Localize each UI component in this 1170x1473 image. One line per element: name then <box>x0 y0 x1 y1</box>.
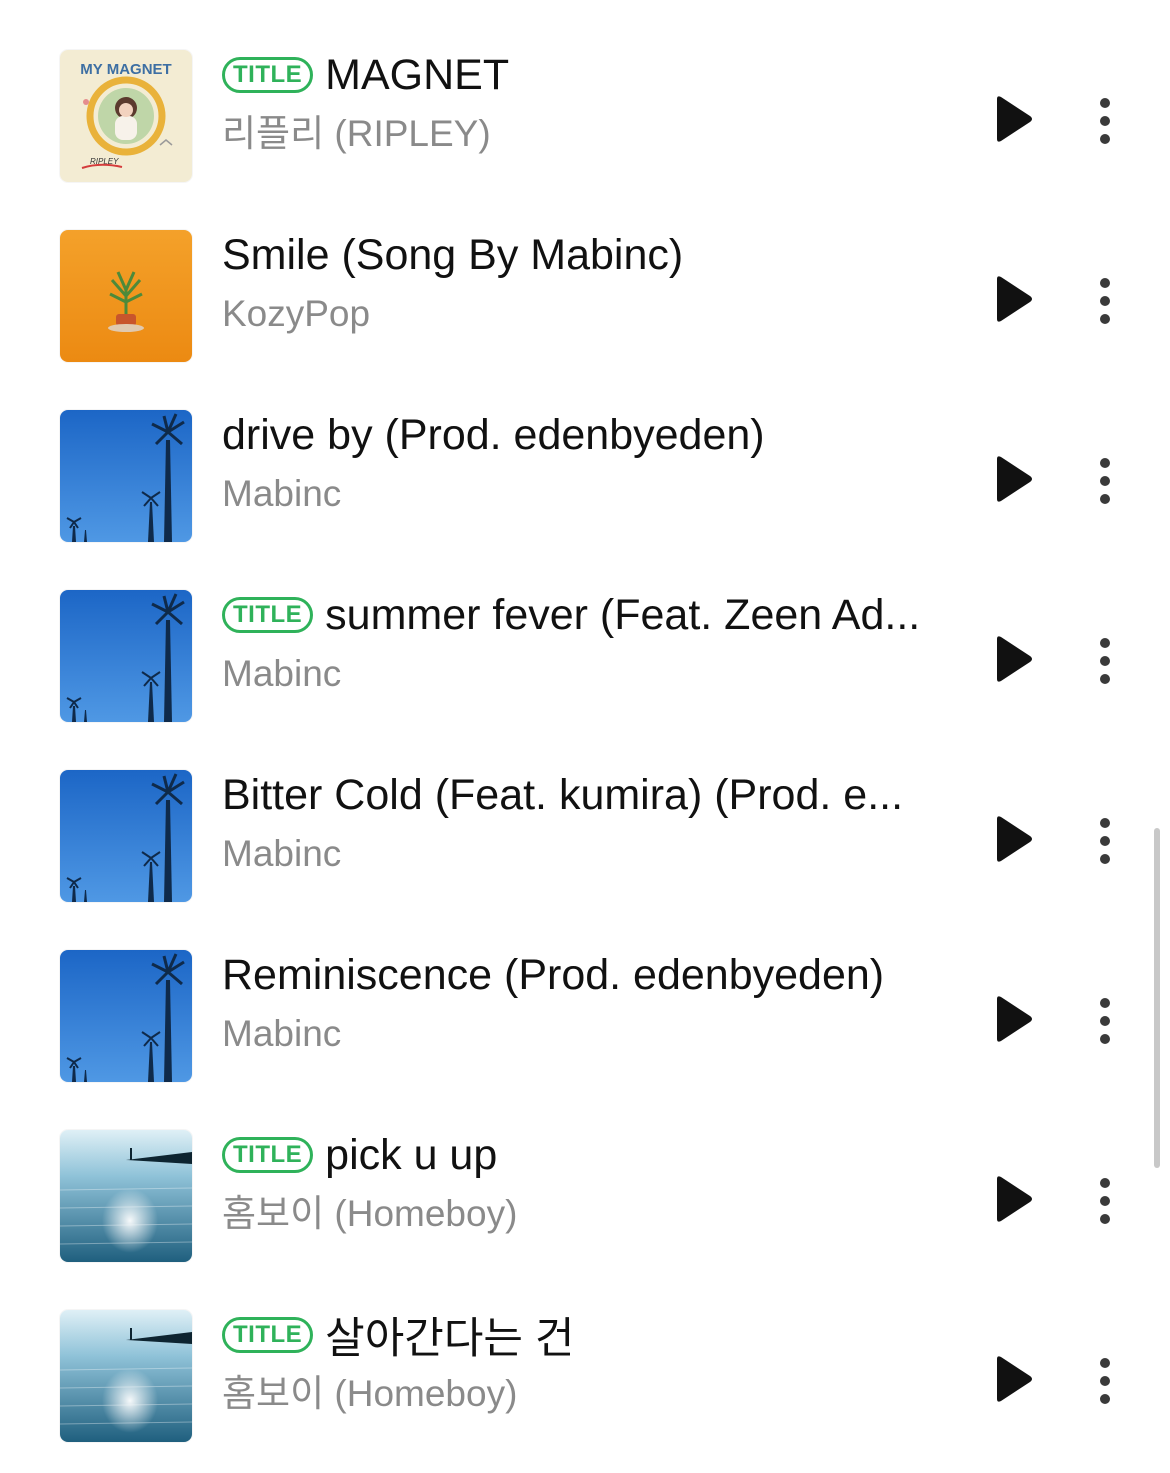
album-cover[interactable] <box>60 590 192 722</box>
more-options-button[interactable] <box>1092 276 1118 326</box>
title-line: Reminiscence (Prod. edenbyeden) <box>222 944 952 1006</box>
track-title: Bitter Cold (Feat. kumira) (Prod. e... <box>222 770 904 819</box>
more-options-button[interactable] <box>1092 456 1118 506</box>
more-vertical-icon <box>1092 96 1118 146</box>
track-row[interactable]: TITLE 살아간다는 건홈보이 (Homeboy) <box>0 1290 1150 1470</box>
play-button[interactable] <box>992 455 1034 503</box>
title-track-badge: TITLE <box>222 57 314 93</box>
track-artist: KozyPop <box>222 293 371 334</box>
track-row[interactable]: Reminiscence (Prod. edenbyeden) Mabinc <box>0 930 1150 1110</box>
more-vertical-icon <box>1092 456 1118 506</box>
title-track-badge: TITLE <box>222 1137 314 1173</box>
title-line: TITLE 살아간다는 건 <box>222 1304 952 1366</box>
play-button[interactable] <box>992 95 1034 143</box>
more-options-button[interactable] <box>1092 996 1118 1046</box>
album-cover[interactable] <box>60 410 192 542</box>
play-icon <box>992 455 1034 503</box>
play-icon <box>992 1355 1034 1403</box>
more-vertical-icon <box>1092 1176 1118 1226</box>
track-title: MAGNET <box>325 50 510 99</box>
play-button[interactable] <box>992 995 1034 1043</box>
more-vertical-icon <box>1092 1356 1118 1406</box>
play-button[interactable] <box>992 1175 1034 1223</box>
track-row[interactable]: TITLE pick u up 홈보이 (Homeboy) <box>0 1110 1150 1290</box>
play-icon <box>992 815 1034 863</box>
play-icon <box>992 995 1034 1043</box>
more-options-button[interactable] <box>1092 1356 1118 1406</box>
track-info[interactable]: TITLE pick u up 홈보이 (Homeboy) <box>222 1124 952 1240</box>
album-cover[interactable] <box>60 950 192 1082</box>
play-button[interactable] <box>992 275 1034 323</box>
title-line: TITLE pick u up <box>222 1124 952 1186</box>
track-row[interactable]: TITLE summer fever (Feat. Zeen Ad... Mabin… <box>0 570 1150 750</box>
title-line: drive by (Prod. edenbyeden) <box>222 404 952 466</box>
track-title: summer fever (Feat. Zeen Ad... <box>325 590 921 639</box>
track-row[interactable]: Smile (Song By Mabinc) KozyPop <box>0 210 1150 390</box>
track-info[interactable]: drive by (Prod. edenbyeden) Mabinc <box>222 404 952 520</box>
track-title: Smile (Song By Mabinc) <box>222 230 684 279</box>
scrollbar[interactable] <box>1154 828 1160 1168</box>
track-artist: 리플리 (RIPLEY) <box>222 113 491 154</box>
play-icon <box>992 1175 1034 1223</box>
track-row[interactable]: MY MAGNET RIPLEY TITLE MAGNET 리플리 (RIPLEY) <box>0 30 1150 210</box>
more-vertical-icon <box>1092 276 1118 326</box>
more-options-button[interactable] <box>1092 96 1118 146</box>
more-vertical-icon <box>1092 816 1118 866</box>
track-artist: Mabinc <box>222 473 342 514</box>
track-artist: Mabinc <box>222 833 342 874</box>
track-info[interactable]: TITLE MAGNET 리플리 (RIPLEY) <box>222 44 952 160</box>
track-info[interactable]: TITLE 살아간다는 건홈보이 (Homeboy) <box>222 1304 952 1420</box>
track-info[interactable]: TITLE summer fever (Feat. Zeen Ad... Mabin… <box>222 584 952 700</box>
track-artist: Mabinc <box>222 1013 342 1054</box>
album-cover[interactable] <box>60 230 192 362</box>
track-title: 살아간다는 건 <box>325 1315 575 1363</box>
album-cover[interactable] <box>60 1130 192 1262</box>
more-options-button[interactable] <box>1092 816 1118 866</box>
play-icon <box>992 275 1034 323</box>
more-vertical-icon <box>1092 996 1118 1046</box>
more-options-button[interactable] <box>1092 1176 1118 1226</box>
more-vertical-icon <box>1092 636 1118 686</box>
title-track-badge: TITLE <box>222 1317 314 1353</box>
album-cover[interactable] <box>60 1310 192 1442</box>
play-icon <box>992 95 1034 143</box>
more-options-button[interactable] <box>1092 636 1118 686</box>
track-info[interactable]: Reminiscence (Prod. edenbyeden) Mabinc <box>222 944 952 1060</box>
title-line: TITLE MAGNET <box>222 44 952 106</box>
album-cover[interactable] <box>60 770 192 902</box>
track-title: drive by (Prod. edenbyeden) <box>222 410 765 459</box>
track-artist: Mabinc <box>222 653 342 694</box>
track-info[interactable]: Bitter Cold (Feat. kumira) (Prod. e... Ma… <box>222 764 952 880</box>
play-button[interactable] <box>992 1355 1034 1403</box>
play-button[interactable] <box>992 815 1034 863</box>
play-icon <box>992 635 1034 683</box>
title-line: TITLE summer fever (Feat. Zeen Ad... <box>222 584 952 646</box>
svg-text:MY MAGNET: MY MAGNET <box>80 61 171 78</box>
title-track-badge: TITLE <box>222 597 314 633</box>
title-line: Smile (Song By Mabinc) <box>222 224 952 286</box>
album-cover[interactable]: MY MAGNET RIPLEY <box>60 50 192 182</box>
play-button[interactable] <box>992 635 1034 683</box>
track-row[interactable]: drive by (Prod. edenbyeden) Mabinc <box>0 390 1150 570</box>
title-line: Bitter Cold (Feat. kumira) (Prod. e... <box>222 764 952 826</box>
track-info[interactable]: Smile (Song By Mabinc) KozyPop <box>222 224 952 340</box>
track-row[interactable]: Bitter Cold (Feat. kumira) (Prod. e... Ma… <box>0 750 1150 930</box>
track-title: Reminiscence (Prod. edenbyeden) <box>222 950 885 999</box>
track-artist: 홈보이 (Homeboy) <box>222 1373 518 1414</box>
track-artist: 홈보이 (Homeboy) <box>222 1193 518 1234</box>
track-title: pick u up <box>325 1130 498 1179</box>
